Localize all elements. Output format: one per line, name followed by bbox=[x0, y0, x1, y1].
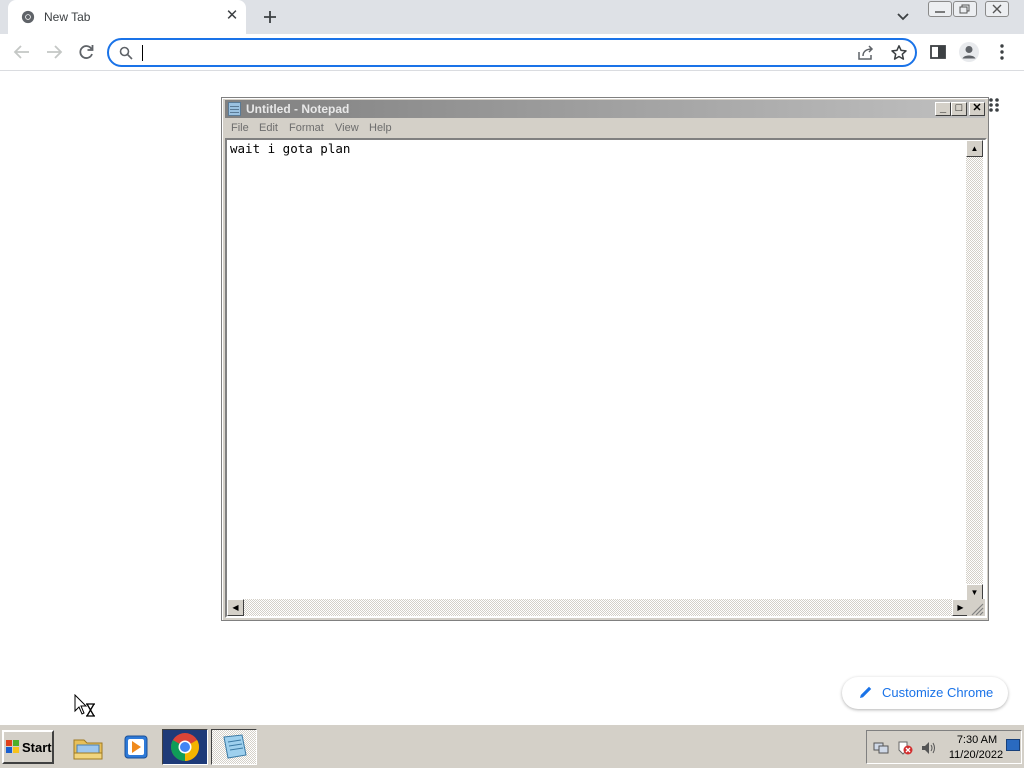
notepad-title: Untitled - Notepad bbox=[246, 102, 350, 116]
menu-view[interactable]: View bbox=[335, 122, 359, 134]
menu-file[interactable]: File bbox=[231, 122, 249, 134]
notepad-minimize-button[interactable]: _ bbox=[935, 102, 951, 116]
search-icon bbox=[119, 46, 133, 60]
show-desktop-button[interactable] bbox=[1006, 739, 1020, 751]
chevron-down-icon bbox=[897, 13, 909, 21]
menu-format[interactable]: Format bbox=[289, 122, 324, 134]
taskbar-file-explorer[interactable] bbox=[65, 729, 111, 765]
customize-chrome-label: Customize Chrome bbox=[882, 685, 994, 700]
taskbar-media-player[interactable] bbox=[113, 729, 159, 765]
taskbar: Start 7:30 AM 11/20/2022 bbox=[0, 724, 1024, 768]
notepad-close-button[interactable]: ✕ bbox=[969, 102, 985, 116]
notepad-text-area[interactable]: wait i gota plan ▲ ▼ ◀ ▶ bbox=[225, 138, 987, 618]
notepad-title-bar[interactable]: Untitled - Notepad _ □ ✕ bbox=[225, 100, 985, 118]
notepad-window: Untitled - Notepad _ □ ✕ File Edit Forma… bbox=[221, 97, 989, 621]
kebab-menu-icon bbox=[1000, 44, 1004, 60]
address-input[interactable] bbox=[141, 43, 841, 62]
start-label: Start bbox=[22, 740, 52, 755]
horizontal-scrollbar[interactable]: ◀ ▶ bbox=[227, 599, 969, 616]
menu-edit[interactable]: Edit bbox=[259, 122, 278, 134]
pencil-icon bbox=[860, 686, 872, 698]
browser-toolbar bbox=[0, 34, 1024, 71]
back-button[interactable] bbox=[11, 41, 33, 63]
reload-button[interactable] bbox=[75, 41, 97, 63]
back-arrow-icon bbox=[13, 45, 29, 59]
tab-title: New Tab bbox=[44, 10, 91, 24]
menu-help[interactable]: Help bbox=[369, 122, 392, 134]
address-bar[interactable] bbox=[107, 38, 917, 67]
mouse-cursor-icon bbox=[74, 694, 95, 717]
resize-grip[interactable] bbox=[967, 599, 985, 616]
side-panel-button[interactable] bbox=[927, 41, 949, 63]
clock-time[interactable]: 7:30 AM bbox=[953, 734, 1001, 746]
taskbar-chrome[interactable] bbox=[162, 729, 208, 765]
new-tab-button[interactable] bbox=[258, 5, 282, 29]
customize-chrome-button[interactable]: Customize Chrome bbox=[842, 677, 1008, 709]
network-icon[interactable] bbox=[873, 741, 889, 755]
browser-tab-strip: New Tab ✕ bbox=[0, 0, 1024, 34]
profile-button[interactable] bbox=[958, 41, 980, 63]
avatar-icon bbox=[959, 42, 979, 62]
restore-icon bbox=[959, 4, 970, 14]
notepad-content: wait i gota plan bbox=[230, 141, 351, 156]
share-icon[interactable] bbox=[857, 45, 875, 61]
notepad-icon bbox=[228, 102, 241, 116]
system-tray: 7:30 AM 11/20/2022 bbox=[866, 730, 1022, 764]
google-apps-icon[interactable] bbox=[988, 97, 1000, 113]
chrome-icon bbox=[171, 733, 199, 761]
tab-search-button[interactable] bbox=[895, 8, 915, 26]
chrome-menu-button[interactable] bbox=[991, 41, 1013, 63]
start-button[interactable]: Start bbox=[2, 730, 54, 764]
scroll-left-button[interactable]: ◀ bbox=[227, 599, 244, 616]
close-icon bbox=[992, 4, 1002, 14]
text-caret bbox=[142, 45, 143, 61]
notepad-icon bbox=[223, 734, 247, 759]
forward-arrow-icon bbox=[47, 45, 63, 59]
file-explorer-icon bbox=[73, 739, 103, 760]
window-restore-button[interactable] bbox=[953, 1, 977, 17]
taskbar-notepad[interactable] bbox=[211, 729, 257, 765]
security-alert-icon[interactable] bbox=[897, 741, 913, 755]
reload-icon bbox=[79, 45, 94, 59]
forward-button[interactable] bbox=[43, 41, 65, 63]
notepad-maximize-button[interactable]: □ bbox=[951, 102, 967, 116]
window-minimize-button[interactable] bbox=[928, 1, 952, 17]
volume-icon[interactable] bbox=[921, 741, 937, 755]
minimize-icon bbox=[935, 11, 945, 13]
chrome-icon bbox=[21, 10, 35, 24]
tab-new-tab[interactable]: New Tab ✕ bbox=[8, 0, 246, 34]
side-panel-icon bbox=[930, 45, 946, 59]
close-tab-icon[interactable]: ✕ bbox=[224, 8, 240, 24]
vertical-scrollbar[interactable]: ▲ ▼ bbox=[966, 140, 983, 601]
star-icon[interactable] bbox=[890, 44, 908, 62]
resize-grip-icon bbox=[971, 603, 984, 616]
scroll-up-button[interactable]: ▲ bbox=[966, 140, 983, 157]
media-player-icon bbox=[124, 735, 148, 759]
plus-icon bbox=[264, 11, 276, 23]
windows-logo-icon bbox=[6, 740, 19, 753]
window-close-button[interactable] bbox=[985, 1, 1009, 17]
notepad-menu-bar: File Edit Format View Help bbox=[225, 120, 985, 138]
clock-date[interactable]: 11/20/2022 bbox=[947, 749, 1005, 761]
